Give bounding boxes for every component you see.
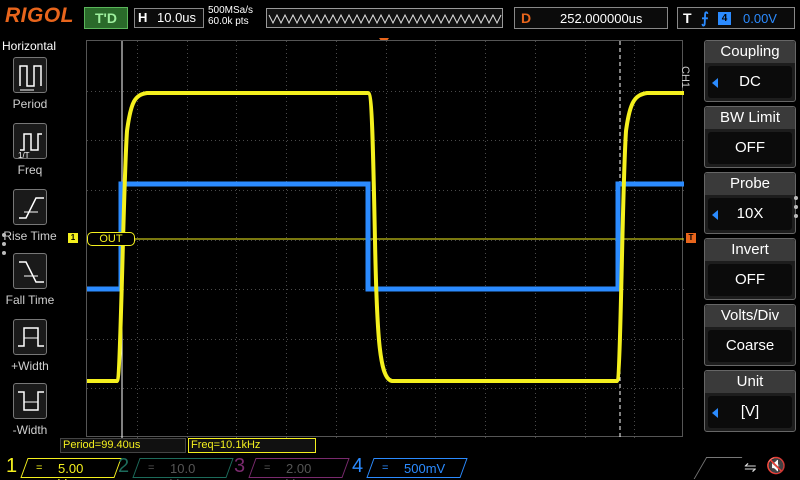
ch2-scale: 10.0 V — [170, 461, 196, 480]
bw-limit-setting[interactable]: BW Limit OFF — [704, 106, 796, 168]
ch3-number: 3 — [234, 455, 246, 477]
ch1-number: 1 — [6, 455, 18, 477]
measure-freq-button[interactable]: 1/T Freq — [0, 123, 60, 185]
ch4-number: 4 — [352, 455, 364, 477]
trigger-box[interactable]: T ⨍ 4 0.00V — [677, 7, 795, 29]
dc-coupling-icon: = — [36, 462, 43, 474]
positive-width-icon — [13, 319, 47, 355]
ch3-scale: 2.00 V — [286, 461, 312, 480]
trigger-level-marker[interactable]: T — [686, 233, 696, 243]
scroll-dots-right — [794, 196, 798, 223]
rise-time-icon — [13, 189, 47, 225]
sample-rate: 500MSa/s — [208, 5, 254, 16]
acquisition-info: 500MSa/s 60.0k pts — [208, 5, 253, 27]
channel-label-out[interactable]: OUT — [87, 232, 135, 246]
status-divider — [693, 457, 743, 479]
measure-period-button[interactable]: Period — [0, 57, 60, 119]
delay-label: D — [521, 10, 532, 26]
measure-rise-time-label: Rise Time — [3, 229, 57, 243]
measure-rise-time-button[interactable]: Rise Time — [0, 189, 60, 251]
scroll-dots-left — [2, 233, 6, 260]
ch4-scale: 500mV — [404, 461, 446, 476]
memory-waveform-strip[interactable] — [266, 8, 503, 28]
unit-value: [V] — [708, 396, 792, 428]
coupling-setting[interactable]: Coupling DC — [704, 40, 796, 102]
menu-channel-label: CH1 — [679, 66, 691, 89]
dc-coupling-icon: = — [148, 462, 155, 474]
rising-edge-icon: ⨍ — [701, 10, 709, 27]
probe-title: Probe — [705, 173, 795, 195]
trigger-source-badge: 4 — [718, 12, 731, 25]
dc-coupling-icon: = — [382, 462, 389, 474]
probe-value: 10X — [708, 198, 792, 230]
coupling-title: Coupling — [705, 41, 795, 63]
dc-coupling-icon: = — [264, 462, 271, 474]
measure-period-label: Period — [12, 97, 48, 111]
invert-value: OFF — [708, 264, 792, 296]
svg-text:1/T: 1/T — [18, 151, 30, 160]
timebase-value: 10.0us — [157, 10, 197, 25]
measure-negative-width-button[interactable]: -Width — [0, 383, 60, 445]
chevron-left-icon — [712, 210, 718, 220]
bw-limit-title: BW Limit — [705, 107, 795, 129]
ch1-waveform — [87, 91, 684, 383]
frequency-measurement[interactable]: Freq=10.1kHz — [188, 438, 316, 453]
memory-waveform-icon — [268, 13, 502, 25]
bw-limit-value: OFF — [708, 132, 792, 164]
measure-positive-width-button[interactable]: +Width — [0, 319, 60, 381]
volts-div-title: Volts/Div — [705, 305, 795, 327]
trigger-level: 0.00V — [743, 11, 777, 26]
fall-time-icon — [13, 253, 47, 289]
delay-box[interactable]: D 252.000000us — [514, 7, 668, 29]
unit-setting[interactable]: Unit [V] — [704, 370, 796, 432]
ch1-scale: 5.00 V — [58, 461, 84, 480]
probe-setting[interactable]: Probe 10X — [704, 172, 796, 234]
chevron-left-icon — [712, 408, 718, 418]
negative-width-icon — [13, 383, 47, 419]
measure-fall-time-button[interactable]: Fall Time — [0, 253, 60, 315]
period-measurement[interactable]: Period=99.40us — [60, 438, 186, 453]
volts-div-value: Coarse — [708, 330, 792, 362]
channel-status-bar: 1 = 5.00 V 2 = 10.0 V 3 = 2.00 V 4 = 500… — [0, 455, 800, 480]
waveform-display[interactable]: OUT — [86, 40, 684, 438]
chevron-left-icon — [712, 78, 718, 88]
delay-value: 252.000000us — [560, 11, 643, 26]
coupling-value: DC — [708, 66, 792, 98]
brand-logo: RIGOL — [5, 4, 74, 27]
horizontal-timebase-box[interactable]: H 10.0us — [134, 8, 204, 28]
usb-icon: ⇋ — [744, 459, 757, 476]
volts-div-setting[interactable]: Volts/Div Coarse — [704, 304, 796, 366]
speaker-mute-icon[interactable]: 🔇 — [766, 456, 786, 476]
ch2-number: 2 — [118, 455, 130, 477]
trigger-label: T — [683, 10, 692, 26]
memory-depth: 60.0k pts — [208, 16, 249, 27]
invert-title: Invert — [705, 239, 795, 261]
ch1-offset-marker[interactable]: 1 — [68, 233, 78, 243]
measure-freq-label: Freq — [17, 163, 43, 177]
channel-settings-menu: Coupling DC BW Limit OFF Probe 10X Inver… — [704, 40, 796, 432]
menu-title: Horizontal — [2, 39, 57, 53]
unit-title: Unit — [705, 371, 795, 393]
measure-negative-width-label: -Width — [12, 423, 48, 437]
horizontal-label: H — [138, 10, 148, 25]
invert-setting[interactable]: Invert OFF — [704, 238, 796, 300]
period-icon — [13, 57, 47, 93]
waveform-graticule — [87, 41, 684, 438]
measure-positive-width-label: +Width — [11, 359, 49, 373]
measure-fall-time-label: Fall Time — [5, 293, 55, 307]
ch4-waveform — [87, 181, 684, 292]
top-status-bar: RIGOL T'D H 10.0us 500MSa/s 60.0k pts D … — [0, 0, 800, 37]
trigger-status-badge[interactable]: T'D — [84, 7, 128, 29]
frequency-icon: 1/T — [13, 123, 47, 160]
horizontal-measure-menu: Horizontal Period 1/T Freq Rise Time Fal… — [0, 37, 60, 455]
